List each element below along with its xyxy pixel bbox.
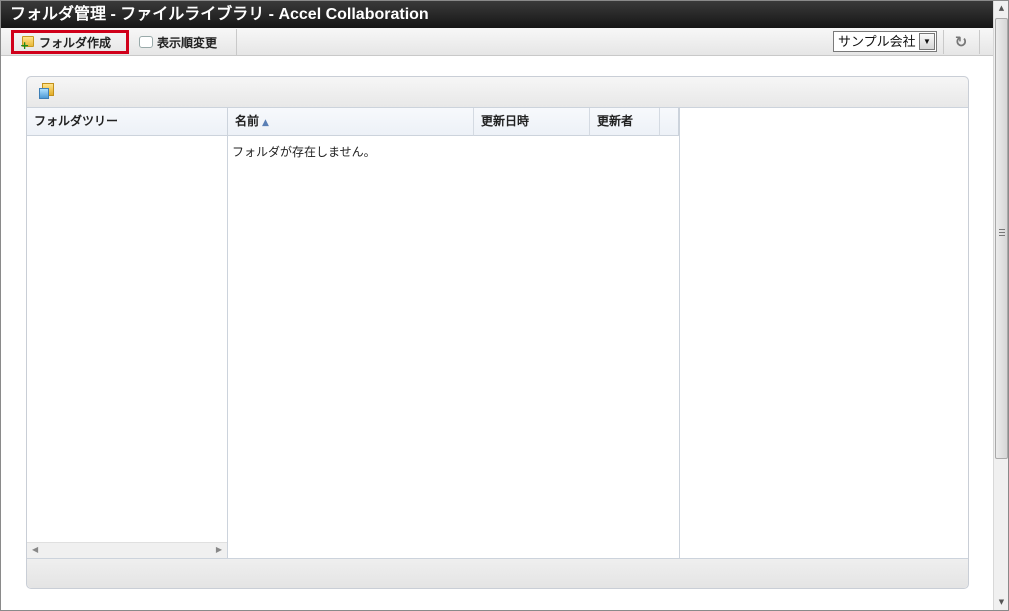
folder-add-icon: +: [20, 35, 35, 51]
folder-tree: フォルダツリー ◀ ▶: [27, 108, 228, 558]
change-order-button[interactable]: 表示順変更: [133, 29, 237, 55]
create-folder-label: フォルダ作成: [39, 35, 112, 50]
panel-header: [27, 77, 968, 108]
file-library-panel: フォルダツリー ◀ ▶ 名前 ▲ 更新日時 更新者 フォルダが存在しません。: [26, 76, 969, 589]
scroll-down-icon[interactable]: ▼: [994, 595, 1009, 610]
app-window: フォルダ管理 - ファイルライブラリ - Accel Collaboration…: [0, 0, 1009, 611]
column-header-updated-by[interactable]: 更新者: [590, 108, 660, 136]
detail-pane: [679, 108, 968, 558]
refresh-icon[interactable]: ↻: [952, 33, 970, 51]
panel-footer: [27, 558, 968, 588]
company-select-value: サンプル会社: [838, 34, 916, 49]
change-order-label: 表示順変更: [157, 35, 218, 50]
order-icon: [139, 36, 153, 48]
dropdown-arrow-icon[interactable]: ▼: [919, 33, 935, 50]
file-library-icon: [39, 83, 55, 100]
column-header-updated-at[interactable]: 更新日時: [474, 108, 590, 136]
create-folder-button[interactable]: + フォルダ作成: [11, 30, 129, 54]
scroll-right-icon[interactable]: ▶: [216, 545, 222, 554]
scroll-up-icon[interactable]: ▲: [994, 1, 1009, 16]
folder-tree-header: フォルダツリー: [27, 108, 227, 136]
empty-message: フォルダが存在しません。: [232, 145, 376, 159]
column-header-spacer: [660, 108, 679, 136]
vertical-scrollbar[interactable]: ▲ ▼: [993, 1, 1008, 610]
column-header-name[interactable]: 名前 ▲: [228, 108, 474, 136]
scroll-left-icon[interactable]: ◀: [32, 545, 38, 554]
window-title: フォルダ管理 - ファイルライブラリ - Accel Collaboration: [1, 1, 1008, 28]
company-select[interactable]: サンプル会社 ▼: [833, 31, 937, 52]
toolbar-divider: [943, 30, 944, 54]
sort-asc-icon: ▲: [262, 118, 269, 128]
toolbar: + フォルダ作成 表示順変更 サンプル会社 ▼ ↻: [1, 28, 993, 56]
folder-list: 名前 ▲ 更新日時 更新者 フォルダが存在しません。: [228, 108, 679, 558]
toolbar-divider: [979, 30, 980, 54]
scrollbar-thumb[interactable]: [995, 18, 1008, 459]
horizontal-scrollbar[interactable]: ◀ ▶: [27, 542, 227, 558]
